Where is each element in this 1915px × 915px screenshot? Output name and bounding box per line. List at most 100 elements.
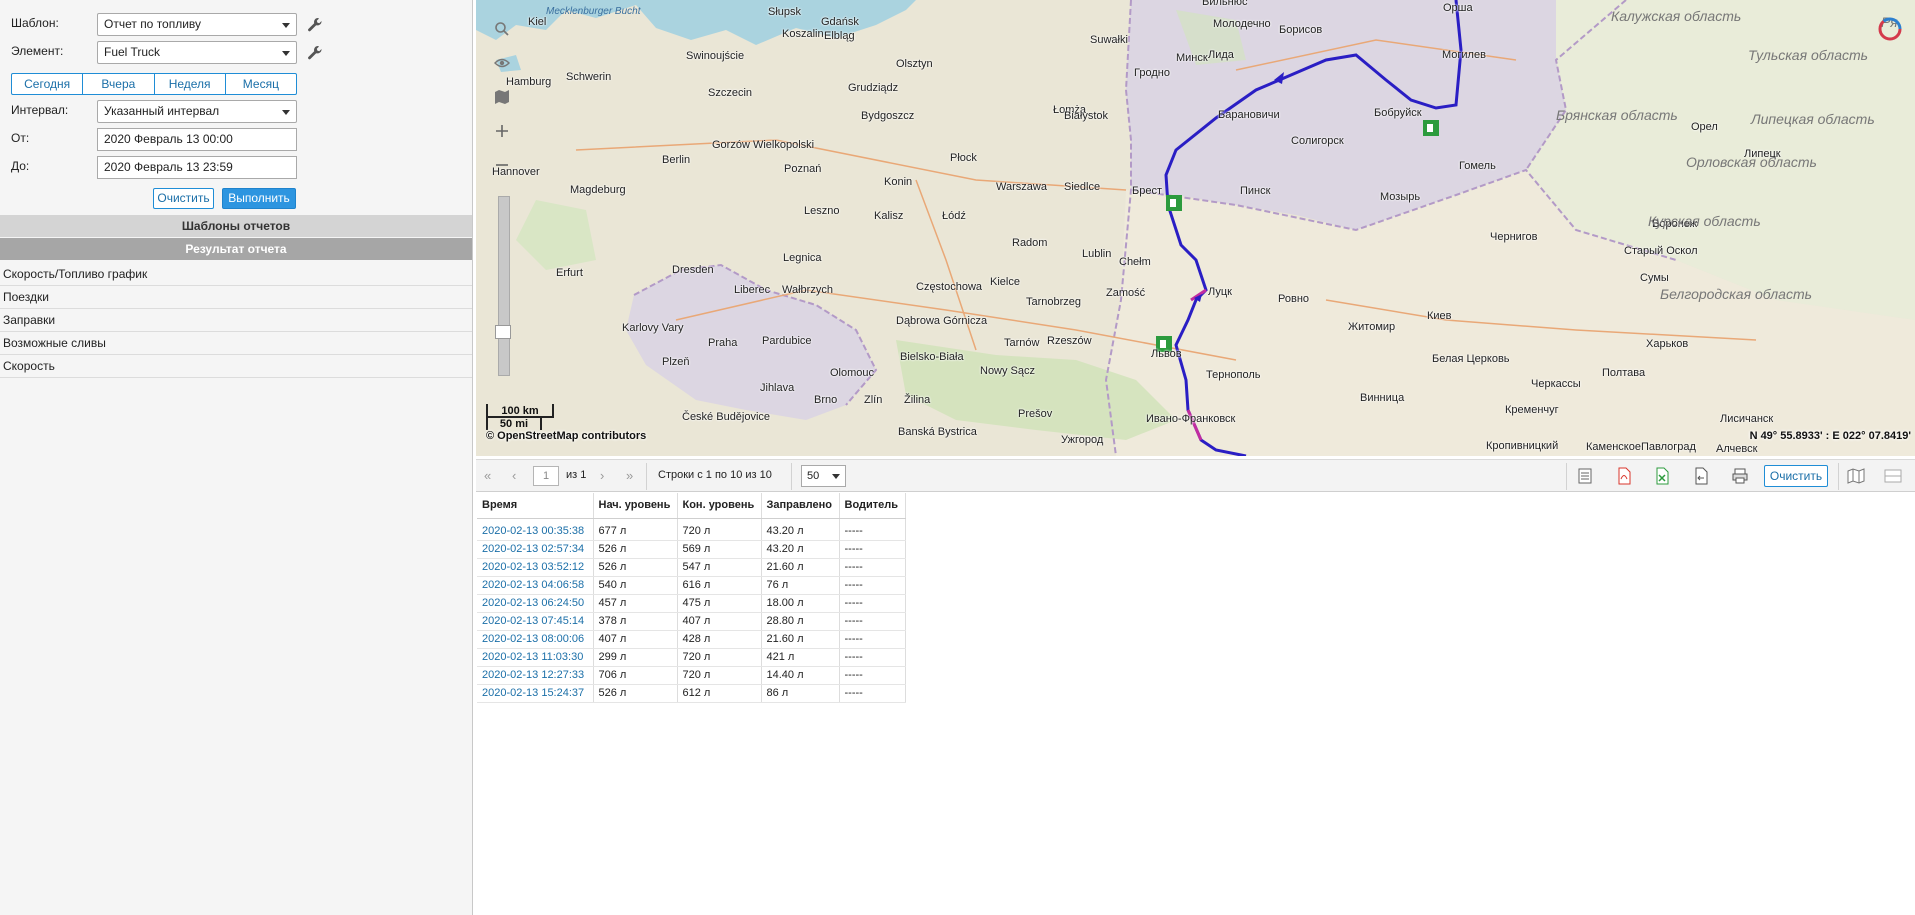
template-select[interactable]: Отчет по топливу <box>97 13 297 36</box>
clear-report-button[interactable]: Очистить <box>1764 465 1828 487</box>
time-cell[interactable]: 2020-02-13 15:24:37 <box>477 684 594 703</box>
excel-export-icon[interactable] <box>1653 467 1671 485</box>
to-date-input[interactable]: 2020 Февраль 13 23:59 <box>97 156 297 179</box>
map-city-label: Bielsko-Biała <box>900 351 964 363</box>
col-filled[interactable]: Заправлено <box>761 493 840 519</box>
time-cell[interactable]: 2020-02-13 11:03:30 <box>477 648 594 667</box>
period-week-button[interactable]: Неделя <box>155 74 226 94</box>
col-time[interactable]: Время <box>477 493 594 519</box>
map-layers-icon[interactable] <box>489 84 515 110</box>
search-icon[interactable] <box>489 16 515 42</box>
result-item-trips[interactable]: Поездки <box>0 286 472 309</box>
from-row: От: 2020 Февраль 13 00:00 <box>10 128 460 152</box>
map-tools <box>489 16 515 186</box>
start-level-cell: 407 л <box>593 630 678 649</box>
element-select[interactable]: Fuel Truck <box>97 41 297 64</box>
last-page-icon[interactable]: » <box>626 468 633 483</box>
driver-cell: ----- <box>839 630 906 649</box>
eye-icon[interactable] <box>489 50 515 76</box>
map-city-label: Zlín <box>864 394 883 406</box>
wrench-icon[interactable] <box>307 45 323 61</box>
time-cell[interactable]: 2020-02-13 07:45:14 <box>477 612 594 631</box>
run-button[interactable]: Выполнить <box>222 188 296 209</box>
map-city-label: Nowy Sącz <box>980 365 1036 377</box>
result-list: Скорость/Топливо график Поездки Заправки… <box>0 263 472 378</box>
table-row[interactable]: 2020-02-13 08:00:06 407 л 428 л 21.60 л ----… <box>477 630 906 649</box>
result-item-speed[interactable]: Скорость <box>0 355 472 378</box>
map-view[interactable]: Mecklenburger Bucht Kiel Słupsk Gdańsk Kosz… <box>476 0 1915 456</box>
period-month-button[interactable]: Месяц <box>226 74 296 94</box>
end-level-cell: 547 л <box>677 558 762 577</box>
period-yesterday-button[interactable]: Вчера <box>83 74 155 94</box>
prev-page-icon[interactable]: ‹ <box>512 468 516 483</box>
end-level-cell: 428 л <box>677 630 762 649</box>
export-file-icon[interactable] <box>1692 467 1710 485</box>
result-item-speed-fuel-chart[interactable]: Скорость/Топливо график <box>0 263 472 286</box>
scale-mi: 50 mi <box>486 418 542 430</box>
zoom-in-button[interactable] <box>489 118 515 144</box>
map-city-label: КаменскоеПавлоград <box>1586 441 1696 453</box>
zoom-slider-track[interactable] <box>498 196 510 376</box>
time-cell[interactable]: 2020-02-13 04:06:58 <box>477 576 594 595</box>
map-city-label: Wałbrzych <box>782 284 833 296</box>
table-header-row: Время Нач. уровень Кон. уровень Заправле… <box>477 493 906 519</box>
map-city-label: Полтава <box>1602 367 1646 379</box>
from-date-input[interactable]: 2020 Февраль 13 00:00 <box>97 128 297 151</box>
map-city-label: Liberec <box>734 284 771 296</box>
map-city-label: Gorzów Wielkopolski <box>712 139 815 151</box>
print-icon[interactable] <box>1731 467 1749 485</box>
report-result-header[interactable]: Результат отчета <box>0 238 472 260</box>
html-export-icon[interactable] <box>1576 467 1594 485</box>
time-cell[interactable]: 2020-02-13 03:52:12 <box>477 558 594 577</box>
map-city-label: Berlin <box>662 154 691 166</box>
map-view-icon[interactable] <box>1847 467 1865 485</box>
per-page-select[interactable]: 50 <box>801 465 846 487</box>
chevron-down-icon <box>282 51 290 56</box>
result-item-possible-drains[interactable]: Возможные сливы <box>0 332 472 355</box>
col-start-level[interactable]: Нач. уровень <box>593 493 678 519</box>
table-row[interactable]: 2020-02-13 11:03:30 299 л 720 л 421 л ----- <box>477 648 906 667</box>
map-city-label: Łódź <box>942 210 966 222</box>
time-cell[interactable]: 2020-02-13 06:24:50 <box>477 594 594 613</box>
table-row[interactable]: 2020-02-13 03:52:12 526 л 547 л 21.60 л ----… <box>477 558 906 577</box>
time-cell[interactable]: 2020-02-13 02:57:34 <box>477 540 594 559</box>
table-row[interactable]: 2020-02-13 07:45:14 378 л 407 л 28.80 л ----… <box>477 612 906 631</box>
filled-cell: 28.80 л <box>761 612 840 631</box>
filled-cell: 76 л <box>761 576 840 595</box>
col-end-level[interactable]: Кон. уровень <box>677 493 762 519</box>
zoom-slider-handle[interactable] <box>495 325 511 339</box>
map-city-label: Могилев <box>1442 49 1486 61</box>
col-driver[interactable]: Водитель <box>839 493 906 519</box>
map-region-label: Калужская область <box>1611 8 1742 24</box>
map-city-label: Olsztyn <box>896 58 933 70</box>
table-row[interactable]: 2020-02-13 04:06:58 540 л 616 л 76 л ----- <box>477 576 906 595</box>
report-templates-header[interactable]: Шаблоны отчетов <box>0 215 472 237</box>
table-row[interactable]: 2020-02-13 02:57:34 526 л 569 л 43.20 л ----… <box>477 540 906 559</box>
driver-cell: ----- <box>839 612 906 631</box>
template-label: Шаблон: <box>11 16 59 30</box>
interval-select[interactable]: Указанный интервал <box>97 100 297 123</box>
table-row[interactable]: 2020-02-13 00:35:38 677 л 720 л 43.20 л ----… <box>477 518 906 541</box>
pdf-export-icon[interactable] <box>1615 467 1633 485</box>
map-region-label: Орловская область <box>1686 154 1817 170</box>
result-item-fillings[interactable]: Заправки <box>0 309 472 332</box>
table-row[interactable]: 2020-02-13 15:24:37 526 л 612 л 86 л ----- <box>477 684 906 703</box>
next-page-icon[interactable]: › <box>600 468 604 483</box>
time-cell[interactable]: 2020-02-13 00:35:38 <box>477 518 594 541</box>
period-today-button[interactable]: Сегодня <box>12 74 84 94</box>
table-layout-icon[interactable] <box>1884 467 1902 485</box>
page-number-input[interactable]: 1 <box>533 466 559 486</box>
start-level-cell: 299 л <box>593 648 678 667</box>
wrench-icon[interactable] <box>307 17 323 33</box>
map-attribution[interactable]: © OpenStreetMap contributors <box>486 430 646 442</box>
time-cell[interactable]: 2020-02-13 08:00:06 <box>477 630 594 649</box>
first-page-icon[interactable]: « <box>484 468 491 483</box>
map-city-label: Koszalin <box>782 28 824 40</box>
filled-cell: 18.00 л <box>761 594 840 613</box>
clear-button[interactable]: Очистить <box>153 188 214 209</box>
table-row[interactable]: 2020-02-13 12:27:33 706 л 720 л 14.40 л ----… <box>477 666 906 685</box>
table-row[interactable]: 2020-02-13 06:24:50 457 л 475 л 18.00 л ----… <box>477 594 906 613</box>
zoom-out-button[interactable] <box>489 152 515 178</box>
divider <box>1566 463 1567 490</box>
time-cell[interactable]: 2020-02-13 12:27:33 <box>477 666 594 685</box>
